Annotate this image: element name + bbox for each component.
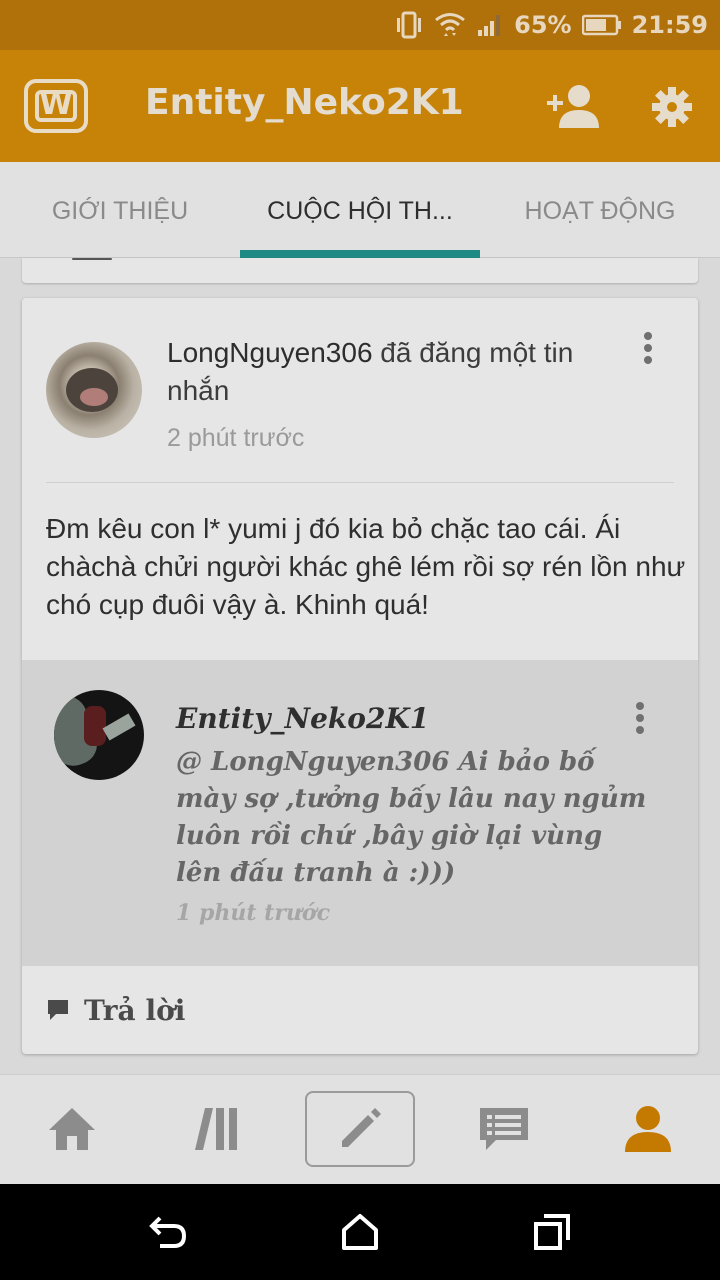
previous-card — [22, 258, 698, 283]
nav-library[interactable] — [180, 1093, 252, 1165]
profile-title: Entity_Neko2K1 — [145, 82, 464, 123]
comment-author[interactable]: Entity_Neko2K1 — [176, 702, 429, 735]
nav-compose[interactable] — [305, 1091, 415, 1167]
home-icon — [49, 1108, 95, 1150]
avatar-tongue — [80, 388, 108, 406]
chat-bubble-icon — [48, 1000, 68, 1020]
comment-text: @ LongNguyen306 Ai bảo bố mày sợ ,tưởng … — [176, 747, 647, 888]
app-logo[interactable]: W — [24, 79, 88, 133]
status-bar: 65% 21:59 — [0, 0, 720, 50]
divider — [46, 482, 674, 483]
app-bar: W Entity_Neko2K1 — [0, 50, 720, 162]
post-more-icon[interactable] — [642, 332, 654, 368]
system-navigation-bar — [0, 1184, 720, 1280]
reply-button[interactable]: Trả lời — [46, 986, 185, 1034]
post-header: LongNguyen306 đã đăng một tin nhắn — [167, 334, 607, 410]
wifi-icon — [435, 13, 466, 36]
battery-icon — [581, 14, 621, 36]
active-tab-indicator — [240, 250, 480, 258]
signal-icon — [478, 15, 501, 36]
recents-icon[interactable] — [530, 1210, 574, 1254]
bottom-navigation — [0, 1074, 720, 1184]
add-user-icon[interactable] — [545, 82, 601, 130]
post-body: Đm kêu con l* yumi j đó kia bỏ chặc tao … — [46, 513, 686, 620]
post-author[interactable]: LongNguyen306 — [167, 337, 373, 368]
reply-label: Trả lời — [84, 993, 186, 1027]
vibrate-icon — [397, 11, 422, 39]
profile-icon — [625, 1106, 671, 1152]
comment-avatar[interactable] — [54, 690, 144, 780]
message-card: LongNguyen306 đã đăng một tin nhắn 2 phú… — [22, 298, 698, 1054]
avatar[interactable] — [46, 342, 142, 438]
library-icon — [195, 1108, 237, 1150]
battery-percent: 65% — [514, 11, 572, 39]
tab-conversations[interactable]: CUỘC HỘI TH... — [240, 162, 480, 258]
nav-home[interactable] — [36, 1093, 108, 1165]
home-button-icon[interactable] — [338, 1210, 382, 1254]
comment-timestamp: 1 phút trước — [176, 900, 330, 926]
back-icon[interactable] — [146, 1210, 190, 1254]
tab-about[interactable]: GIỚI THIỆU — [0, 162, 240, 258]
pencil-icon — [342, 1108, 381, 1147]
previous-card-stub — [72, 258, 112, 260]
comment: Entity_Neko2K1 @ LongNguyen306 Ai bảo bố… — [22, 660, 698, 966]
comment-more-icon[interactable] — [634, 702, 646, 738]
nav-profile[interactable] — [612, 1093, 684, 1165]
post-timestamp: 2 phút trước — [167, 424, 305, 452]
logo-letter: W — [35, 90, 77, 122]
clock: 21:59 — [631, 11, 708, 39]
nav-messages[interactable] — [468, 1093, 540, 1165]
messages-icon — [480, 1108, 528, 1150]
tab-activity[interactable]: HOẠT ĐỘNG — [480, 162, 720, 258]
settings-icon[interactable] — [650, 85, 694, 129]
profile-tabs: GIỚI THIỆU CUỘC HỘI TH... HOẠT ĐỘNG — [0, 162, 720, 258]
